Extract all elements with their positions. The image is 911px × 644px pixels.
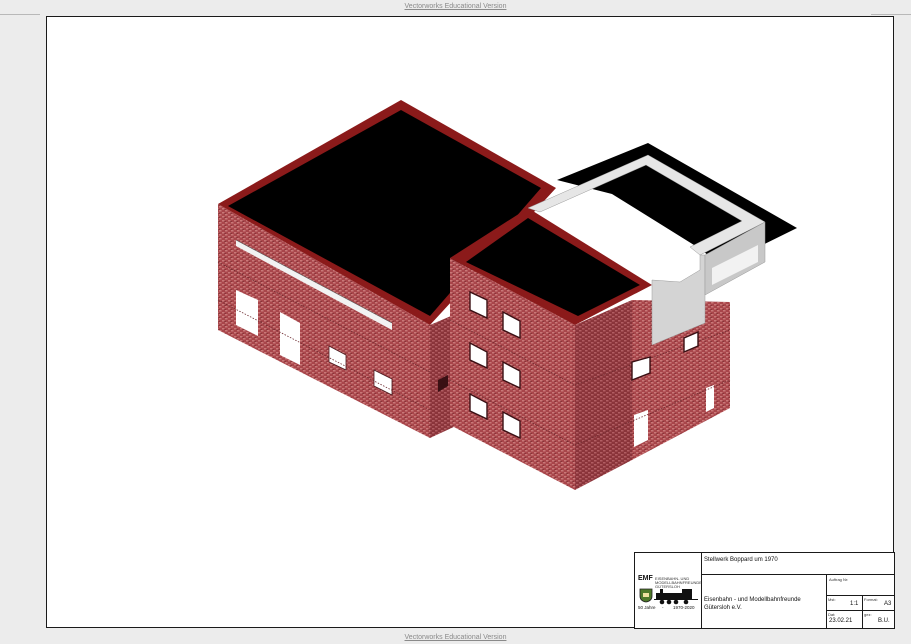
tb-divider-format (862, 595, 863, 628)
mst-value: 1:1 (850, 601, 859, 607)
tb-divider-info (826, 574, 827, 628)
dat-value: 23.02.21 (829, 618, 853, 624)
dat-label: Dat: (828, 612, 836, 617)
project-title: Stellwerk Boppard um 1970 (704, 557, 778, 563)
tb-divider-mst (826, 610, 894, 611)
auftrag-label: Auftrag Nr: (829, 577, 849, 582)
watermark-bottom: Vectorworks Educational Version (404, 634, 507, 641)
logo-anniversary: 50 Jahre (638, 605, 656, 610)
title-block: Stellwerk Boppard um 1970 EMF EISENBAHN-… (634, 552, 895, 629)
org-name-line-2: Gütersloh e.V. (704, 605, 742, 611)
tb-divider-title (701, 574, 894, 575)
locomotive-icon (654, 589, 698, 605)
gez-label: gez: (864, 612, 872, 617)
org-name-line-1: Eisenbahn - und Modellbahnfreunde (704, 597, 801, 603)
tb-divider-vertical (701, 553, 702, 628)
tb-divider-auftrag (826, 595, 894, 596)
right-building-side-wall (575, 300, 632, 490)
logo-brand: EMF (638, 575, 653, 582)
format-value: A3 (884, 601, 892, 607)
gez-value: B.U. (878, 618, 890, 624)
format-label: Format: (864, 597, 878, 602)
building-isometric-drawing (217, 100, 797, 490)
shield-icon (639, 588, 653, 603)
mst-label: Mst: (828, 597, 836, 602)
org-logo: EMF EISENBAHN- UND MODELLBAHNFREUNDE GÜT… (638, 575, 702, 610)
logo-years: 1970-2020 (673, 605, 695, 610)
